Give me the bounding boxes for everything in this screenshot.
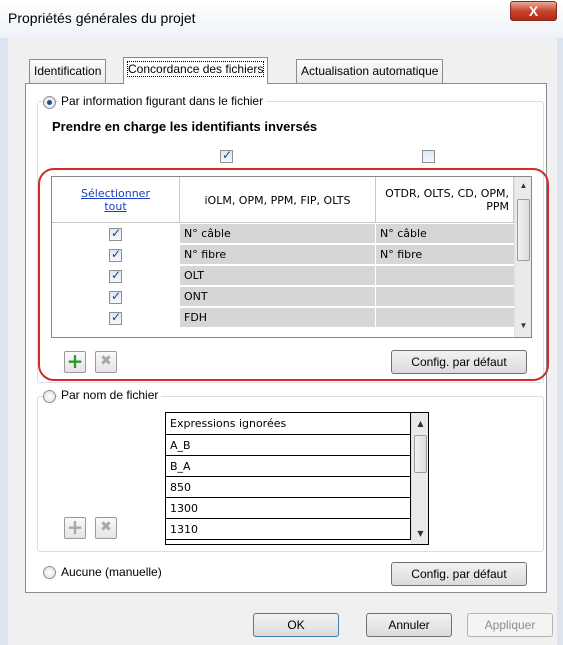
window-frame-left bbox=[0, 0, 8, 645]
expressions-scrollbar[interactable]: ▲ ▼ bbox=[411, 413, 428, 544]
apply-button[interactable]: Appliquer bbox=[467, 613, 553, 637]
list-item[interactable]: 1310 bbox=[166, 519, 411, 540]
list-item[interactable]: B_A bbox=[166, 456, 411, 477]
radio-aucune[interactable] bbox=[43, 566, 56, 579]
ignored-expressions-grid: Expressions ignorées A_B B_A 850 1300 13… bbox=[165, 412, 429, 545]
scroll-thumb[interactable] bbox=[414, 435, 427, 473]
plus-icon: + bbox=[66, 515, 84, 539]
radio-info-fichier-label: Par information figurant dans le fichier bbox=[58, 94, 267, 108]
window-title: Propriétés générales du projet bbox=[8, 10, 196, 26]
delete-expression-button[interactable]: ✖ bbox=[95, 517, 117, 539]
inverse-ids-heading: Prendre en charge les identifiants inver… bbox=[49, 119, 321, 134]
close-button[interactable]: X bbox=[510, 1, 557, 21]
tab-concordance[interactable]: Concordance des fichiers bbox=[123, 57, 269, 84]
tab-actualisation-label: Actualisation automatique bbox=[301, 64, 439, 78]
inverse-ids-checkbox-iolm[interactable] bbox=[220, 148, 233, 163]
list-item[interactable]: 850 bbox=[166, 477, 411, 498]
cancel-button[interactable]: Annuler bbox=[366, 613, 452, 637]
ok-button[interactable]: OK bbox=[253, 613, 339, 637]
inverse-ids-checkbox-otdr[interactable] bbox=[422, 150, 435, 163]
radio-nom-fichier-label: Par nom de fichier bbox=[58, 388, 162, 402]
scroll-up-icon[interactable]: ▲ bbox=[412, 417, 428, 431]
radio-info-fichier[interactable] bbox=[43, 96, 56, 109]
title-bar: Propriétés générales du projet X bbox=[0, 0, 563, 38]
default-config-button-manual[interactable]: Config. par défaut bbox=[391, 562, 527, 586]
radio-nom-fichier[interactable] bbox=[43, 390, 56, 403]
window-frame-right bbox=[557, 0, 563, 645]
list-item[interactable]: 1300 bbox=[166, 498, 411, 519]
tab-identification[interactable]: Identification bbox=[29, 59, 107, 83]
list-item[interactable]: A_B bbox=[166, 435, 411, 456]
scroll-down-icon[interactable]: ▼ bbox=[412, 527, 428, 541]
tab-concordance-label: Concordance des fichiers bbox=[126, 61, 265, 77]
add-expression-button[interactable]: + bbox=[64, 517, 86, 539]
highlight-ring bbox=[38, 168, 549, 381]
delete-icon: ✖ bbox=[100, 519, 112, 535]
tab-actualisation[interactable]: Actualisation automatique bbox=[296, 59, 444, 83]
radio-aucune-label: Aucune (manuelle) bbox=[58, 565, 165, 579]
ignored-expressions-header: Expressions ignorées bbox=[166, 413, 411, 435]
tab-identification-label: Identification bbox=[34, 64, 102, 78]
